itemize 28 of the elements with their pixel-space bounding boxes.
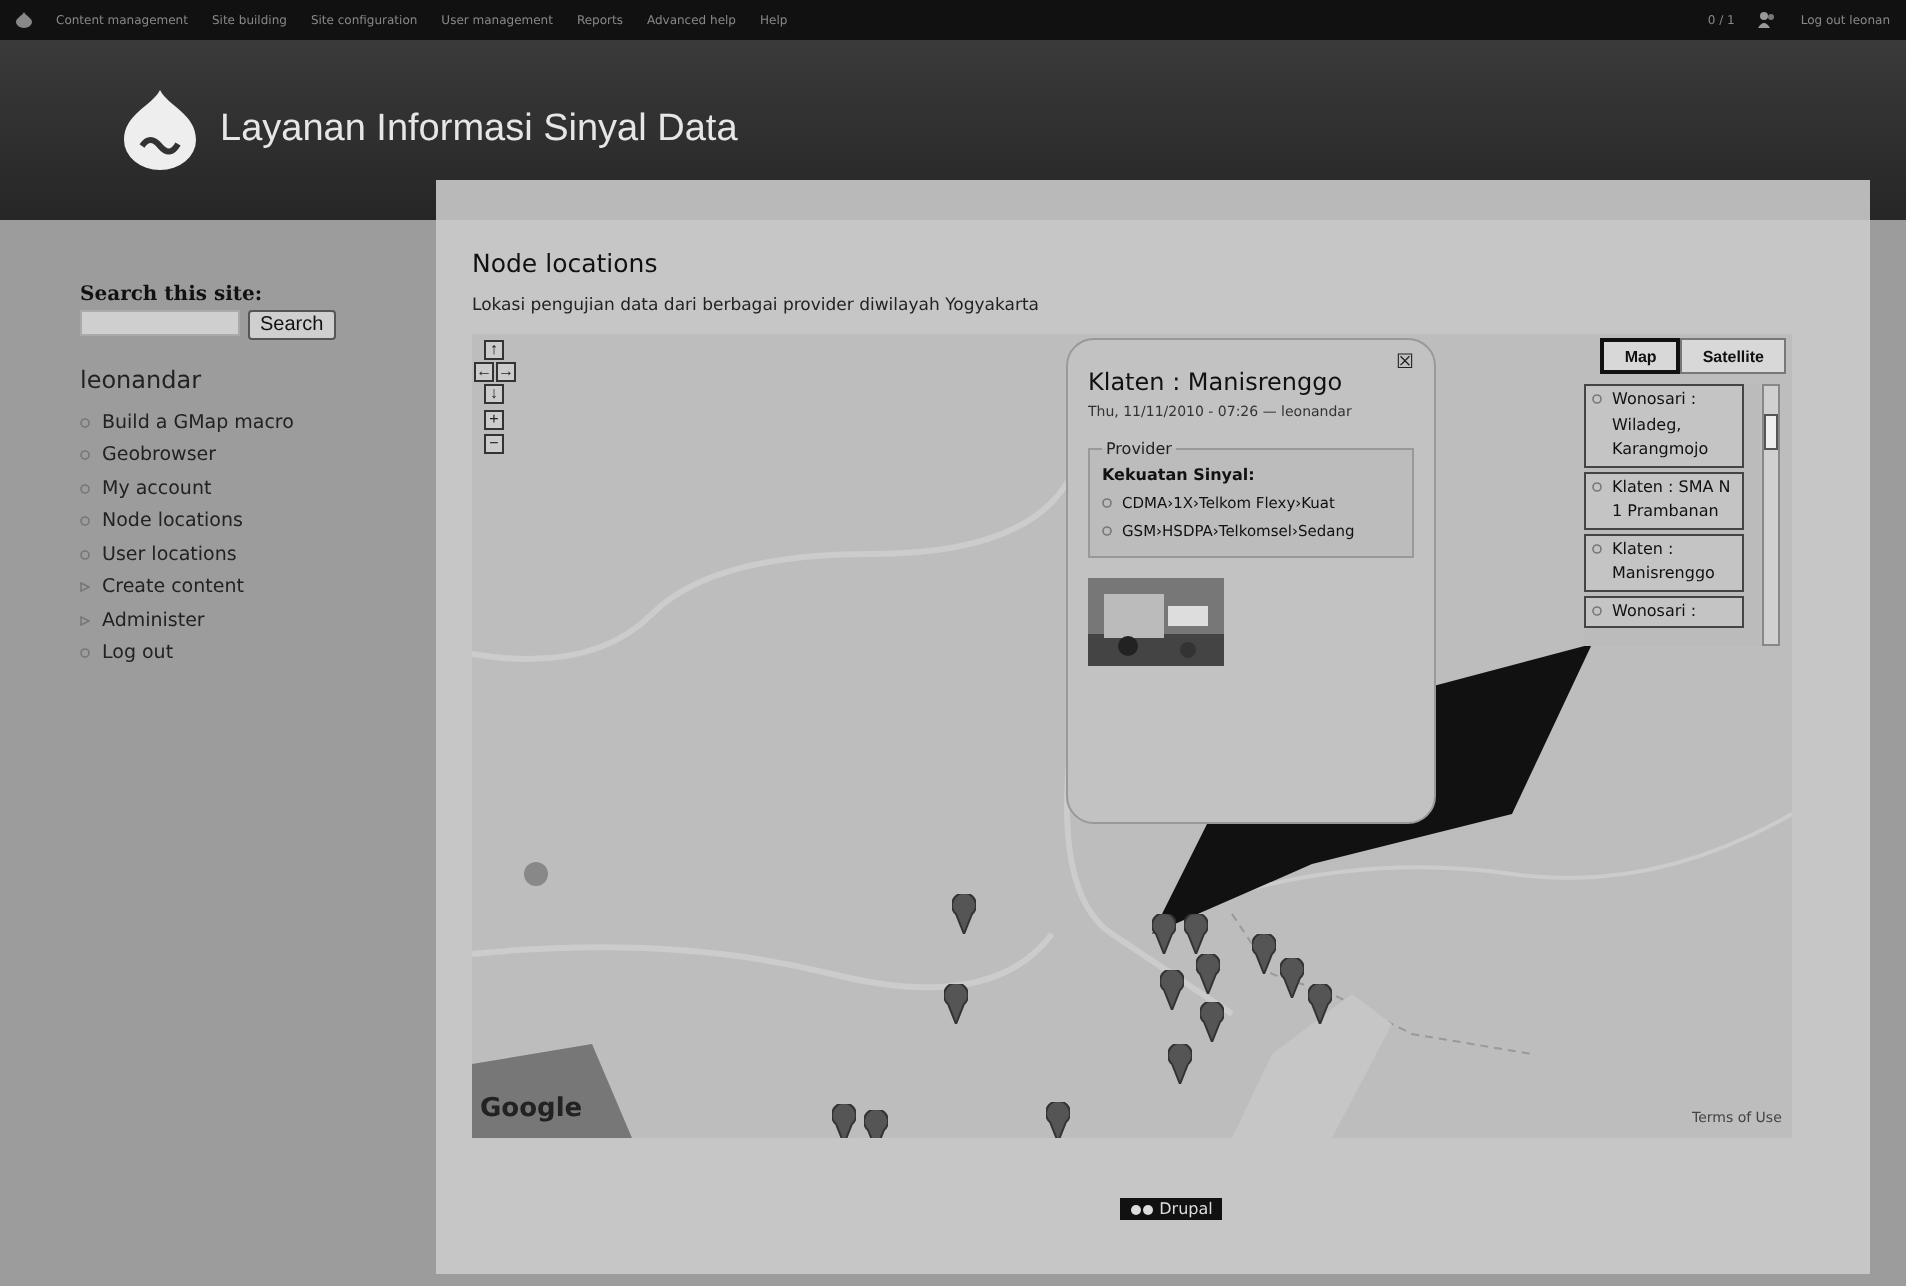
menu-link[interactable]: User locations xyxy=(80,538,400,571)
bullet-icon xyxy=(80,516,90,527)
drupal-logo-icon xyxy=(1129,1203,1154,1215)
bullet-icon xyxy=(80,483,90,494)
page-title: Node locations xyxy=(472,248,660,278)
menu-link[interactable]: Node locations xyxy=(80,505,400,538)
drupal-logo-icon[interactable] xyxy=(16,12,32,28)
menu-link[interactable]: Log out xyxy=(80,637,400,670)
drupal-badge[interactable]: Drupal xyxy=(1119,1198,1223,1220)
search-label: Search this site: xyxy=(80,284,265,306)
search-button[interactable]: Search xyxy=(248,310,336,340)
bullet-icon xyxy=(80,417,90,428)
site-name[interactable]: Layanan Informasi Sinyal Data xyxy=(220,108,738,152)
menu-link[interactable]: Build a GMap macro xyxy=(80,406,400,439)
bullet-icon xyxy=(80,648,90,659)
triangle-icon xyxy=(80,615,90,626)
drupal-logo-icon[interactable] xyxy=(124,90,196,170)
triangle-icon xyxy=(80,582,90,593)
menu-link[interactable]: Geobrowser xyxy=(80,439,400,472)
bullet-icon xyxy=(80,549,90,560)
page-description: Lokasi pengujian data dari berbagai provider diwilayah Yogyakarta xyxy=(472,296,1041,316)
users-icon xyxy=(1758,12,1777,28)
menu-title: leonandar xyxy=(80,366,204,394)
search-field[interactable] xyxy=(80,310,240,336)
menu-link[interactable]: Administer xyxy=(80,604,400,637)
menu-link[interactable]: My account xyxy=(80,472,400,505)
menu-link[interactable]: Create content xyxy=(80,571,400,604)
bullet-icon xyxy=(80,450,90,461)
